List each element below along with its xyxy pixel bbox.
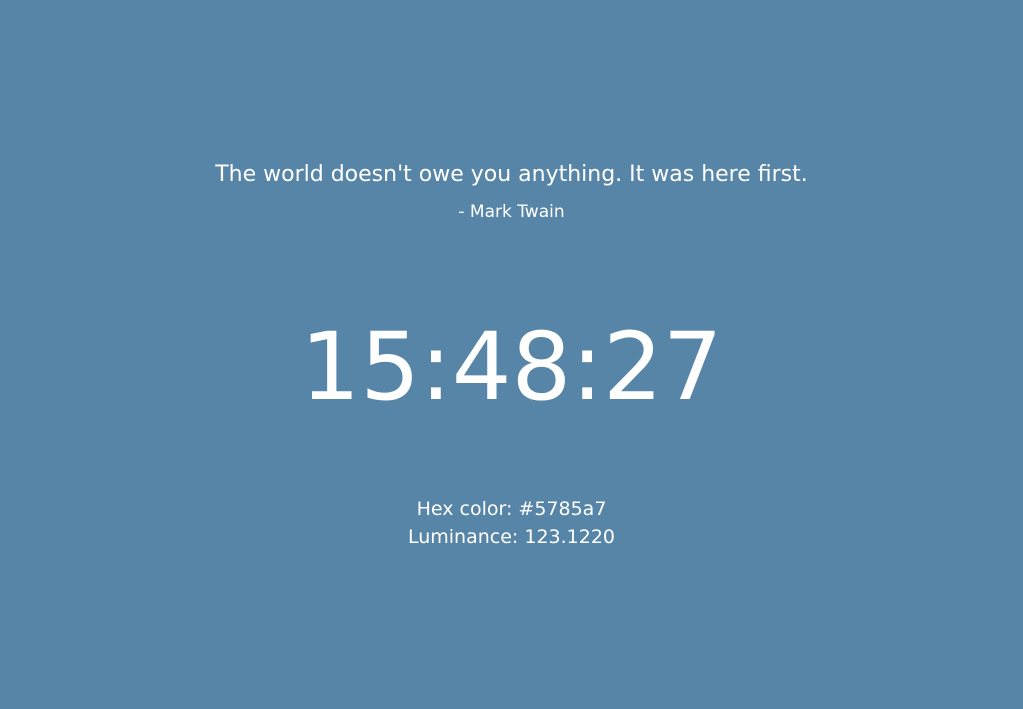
- quote-text: The world doesn't owe you anything. It w…: [215, 162, 808, 187]
- luminance-label: Luminance: 123.1220: [407, 526, 616, 548]
- clock-screen: { "theme": { "background_color": "#5785a…: [0, 0, 1023, 709]
- quote-author: - Mark Twain: [458, 202, 565, 222]
- hex-color-label: Hex color: #5785a7: [416, 498, 607, 520]
- clock-time: 15:48:27: [300, 313, 723, 422]
